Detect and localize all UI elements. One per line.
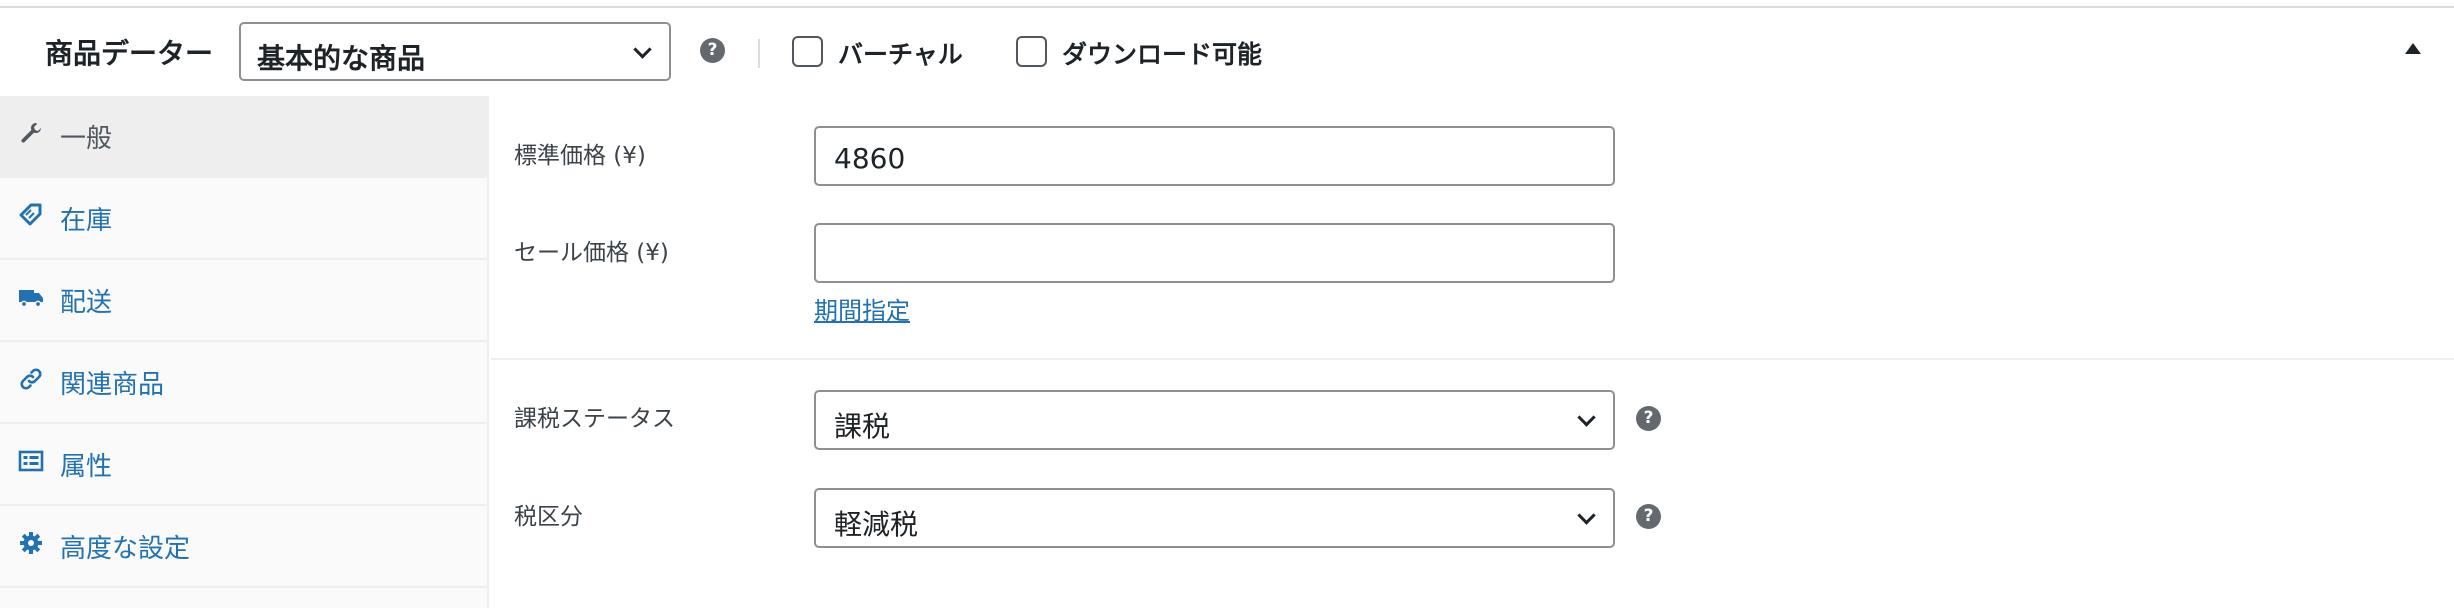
tax-status-label: 課税ステータス [514, 406, 675, 432]
schedule-sale-link[interactable]: 期間指定 [814, 291, 910, 326]
collapse-toggle-icon[interactable] [2405, 43, 2421, 54]
sale-price-input[interactable] [814, 223, 1615, 283]
tag-icon [18, 202, 44, 228]
tab-label: 関連商品 [60, 370, 165, 400]
tab-label: 属性 [60, 452, 113, 482]
header-divider [758, 39, 760, 68]
virtual-checkbox[interactable] [792, 36, 823, 67]
tab-linked-products[interactable]: 関連商品 [0, 342, 488, 424]
list-table-icon [18, 448, 44, 474]
tab-general[interactable]: 一般 [0, 96, 488, 178]
section-divider [491, 358, 2454, 360]
tab-advanced[interactable]: 高度な設定 [0, 506, 488, 588]
virtual-label[interactable]: バーチャル [838, 35, 963, 71]
tab-shipping[interactable]: 配送 [0, 260, 488, 342]
tab-attributes[interactable]: 属性 [0, 424, 488, 506]
product-type-select[interactable]: 基本的な商品 [239, 22, 671, 81]
tax-status-select[interactable]: 課税 [814, 390, 1615, 450]
tab-label: 高度な設定 [60, 534, 191, 564]
chevron-down-icon [1577, 408, 1596, 427]
product-type-value: 基本的な商品 [257, 42, 426, 75]
tax-class-value: 軽減税 [834, 508, 919, 541]
tax-status-value: 課税 [834, 410, 891, 443]
chevron-down-icon [633, 40, 652, 59]
downloadable-checkbox[interactable] [1016, 36, 1047, 67]
question-circle-icon[interactable]: ? [1636, 406, 1661, 431]
tab-inventory[interactable]: 在庫 [0, 178, 488, 260]
chevron-down-icon [1577, 506, 1596, 525]
downloadable-label[interactable]: ダウンロード可能 [1062, 35, 1262, 71]
regular-price-label: 標準価格 (¥) [514, 143, 646, 169]
question-circle-icon[interactable]: ? [1636, 504, 1661, 529]
truck-icon [18, 284, 44, 310]
product-data-title: 商品データー [45, 37, 214, 70]
link-icon [18, 366, 44, 392]
gear-icon [18, 530, 44, 556]
tax-class-label: 税区分 [514, 504, 583, 530]
regular-price-input[interactable]: 4860 [814, 126, 1615, 186]
tab-label: 一般 [60, 124, 113, 154]
regular-price-value: 4860 [834, 142, 906, 175]
product-data-header: 商品データー 基本的な商品 ? バーチャル ダウンロード可能 [0, 8, 2454, 96]
product-data-tabs: 一般 在庫 配送 関連商品 属性 高度な設定 [0, 96, 489, 608]
tab-label: 配送 [60, 288, 113, 318]
sale-price-label: セール価格 (¥) [514, 240, 669, 266]
tax-class-select[interactable]: 軽減税 [814, 488, 1615, 548]
tab-label: 在庫 [60, 206, 113, 236]
wrench-icon [18, 120, 44, 146]
question-circle-icon[interactable]: ? [700, 38, 725, 63]
